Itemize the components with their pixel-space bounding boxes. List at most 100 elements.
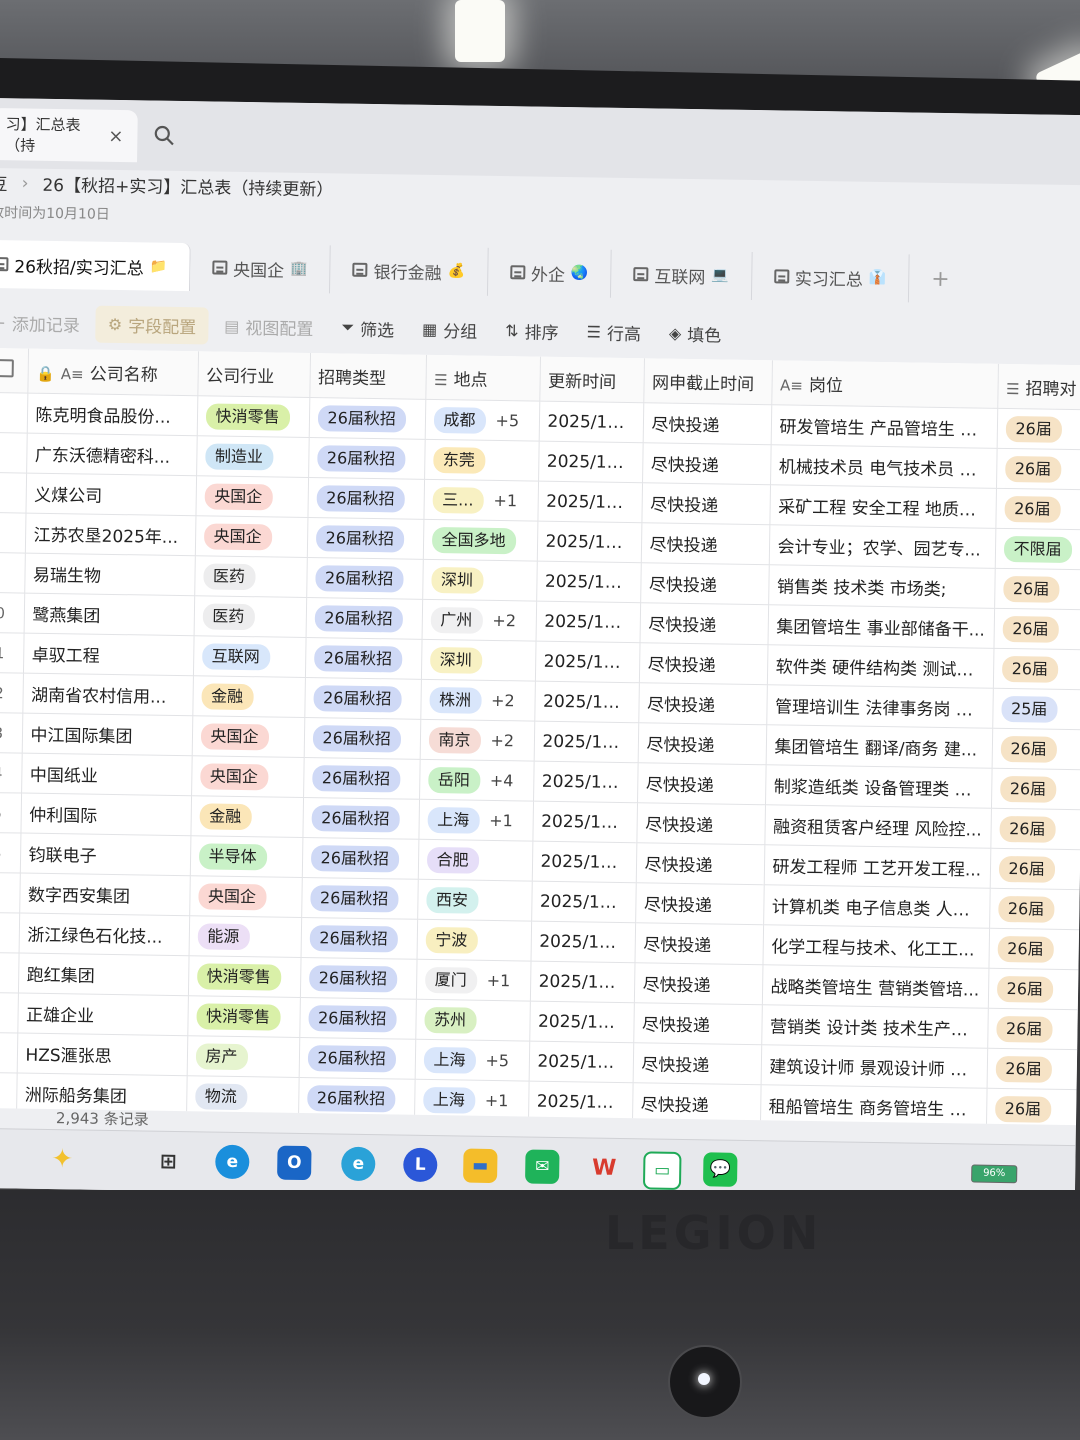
updated-cell[interactable]: 2025/10/09 (528, 1041, 634, 1083)
target-cell[interactable]: 26届 (987, 1008, 1080, 1050)
position-cell[interactable]: 租船管培生 商务管培生 技... (759, 1084, 987, 1126)
updated-cell[interactable]: 2025/10/09 (527, 1081, 633, 1123)
position-cell[interactable]: 集团管培生 翻译/商务 建... (765, 724, 993, 769)
updated-cell[interactable]: 2025/10/09 (531, 881, 636, 923)
recruit-type-cell[interactable]: 26届秋招 (300, 917, 418, 960)
industry-cell[interactable]: 快消零售 (187, 995, 300, 1038)
deadline-cell[interactable]: 尽快投递 (642, 402, 772, 445)
recruit-type-cell[interactable]: 26届秋招 (298, 1077, 415, 1120)
position-cell[interactable]: 化学工程与技术、化工工... (762, 924, 990, 969)
deadline-cell[interactable]: 尽快投递 (633, 1002, 762, 1045)
deadline-cell[interactable]: 尽快投递 (635, 882, 764, 925)
tab-summary[interactable]: 26秋招/实习汇总 📁 (0, 239, 191, 292)
company-cell[interactable]: 正雄企业 (17, 993, 188, 1036)
updated-cell[interactable]: 2025/10/09 (533, 721, 639, 763)
recruit-type-cell[interactable]: 26届秋招 (305, 597, 423, 640)
breadcrumb-root[interactable]: 豆 (0, 170, 8, 195)
position-cell[interactable]: 销售类 技术类 市场类; (768, 564, 995, 609)
location-cell[interactable]: 广州 +2 (421, 599, 537, 642)
industry-cell[interactable]: 快消零售 (196, 395, 310, 438)
edge-browser-icon[interactable]: e (215, 1144, 250, 1180)
location-cell[interactable]: 深圳 (420, 639, 536, 682)
updated-cell[interactable]: 2025/10/09 (534, 681, 639, 723)
tab-bank-finance[interactable]: 银行金融 💰 (330, 245, 489, 296)
position-cell[interactable]: 集团管培生 事业部储备干... (767, 604, 995, 649)
position-cell[interactable]: 融资租赁客户经理 风险控... (764, 804, 991, 849)
outlook-icon[interactable]: O (277, 1145, 312, 1181)
close-icon[interactable]: × (108, 125, 123, 146)
target-cell[interactable]: 26届 (991, 728, 1080, 771)
updated-cell[interactable]: 2025/10/09 (530, 921, 636, 963)
company-cell[interactable]: 中江国际集团 (21, 713, 193, 756)
company-cell[interactable]: 跑红集团 (17, 953, 189, 996)
company-cell[interactable]: 江苏农垦2025年... (24, 513, 196, 556)
column-header-company[interactable]: 🔒 A≡ 公司名称 (27, 348, 199, 396)
target-cell[interactable]: 26届 (992, 648, 1080, 691)
field-config-button[interactable]: ⚙ 字段配置 (95, 305, 209, 344)
industry-cell[interactable]: 金融 (192, 675, 305, 718)
location-cell[interactable]: 株洲 +2 (420, 679, 535, 722)
location-cell[interactable]: 东莞 (424, 439, 539, 482)
deadline-cell[interactable]: 尽快投递 (639, 602, 769, 645)
recruit-type-cell[interactable]: 26届秋招 (308, 437, 425, 480)
updated-cell[interactable]: 2025/10/09 (532, 801, 638, 843)
column-header-updated[interactable]: 更新时间 (539, 356, 644, 403)
updated-cell[interactable]: 2025/10/09 (534, 641, 640, 683)
location-cell[interactable]: 厦门 +1 (415, 959, 531, 1002)
company-cell[interactable]: 中国纸业 (21, 753, 192, 796)
location-cell[interactable]: 深圳 (422, 559, 537, 602)
location-cell[interactable]: 三... +1 (423, 479, 539, 522)
industry-cell[interactable]: 物流 (186, 1075, 299, 1118)
recruit-type-cell[interactable]: 26届秋招 (307, 477, 425, 520)
updated-cell[interactable]: 2025/10/09 (535, 601, 641, 643)
industry-cell[interactable]: 央国企 (195, 475, 309, 518)
location-cell[interactable]: 合肥 (417, 839, 533, 882)
deadline-cell[interactable]: 尽快投递 (642, 442, 771, 485)
updated-cell[interactable]: 2025/10/09 (538, 401, 644, 443)
target-cell[interactable]: 26届 (987, 968, 1080, 1010)
add-record-button[interactable]: + 添加记录 (0, 303, 92, 342)
company-cell[interactable]: 钧联电子 (19, 833, 191, 876)
position-cell[interactable]: 营销类 设计类 技术生产类... (761, 1004, 988, 1049)
add-view-button[interactable]: + (909, 266, 972, 292)
search-icon[interactable] (151, 123, 177, 149)
deadline-cell[interactable]: 尽快投递 (641, 482, 771, 525)
deadline-cell[interactable]: 尽快投递 (637, 762, 766, 805)
deadline-cell[interactable]: 尽快投递 (638, 642, 768, 685)
company-cell[interactable]: HZS滙张思 (16, 1033, 188, 1076)
column-header-deadline[interactable]: 网申截止时间 (643, 358, 772, 405)
company-cell[interactable]: 鹭燕集团 (23, 593, 195, 636)
select-all-checkbox[interactable] (0, 347, 29, 394)
target-cell[interactable]: 26届 (995, 488, 1080, 531)
recruit-type-cell[interactable]: 26届秋招 (304, 637, 422, 680)
column-header-industry[interactable]: 公司行业 (197, 351, 311, 398)
company-cell[interactable]: 义煤公司 (25, 473, 197, 516)
wechat-icon[interactable]: 💬 (702, 1152, 738, 1187)
target-cell[interactable]: 26届 (990, 768, 1080, 811)
deadline-cell[interactable]: 尽快投递 (635, 842, 765, 885)
tab-soe[interactable]: 央国企 🏢 (189, 243, 331, 294)
target-cell[interactable]: 不限届 (994, 528, 1080, 571)
column-header-position[interactable]: A≡ 岗位 (771, 360, 998, 409)
target-cell[interactable]: 26届 (986, 1048, 1080, 1090)
updated-cell[interactable]: 2025/10/09 (529, 961, 635, 1003)
updated-cell[interactable]: 2025/10/09 (533, 761, 638, 803)
store-app-icon[interactable]: ✉ (525, 1149, 560, 1185)
position-cell[interactable]: 会计专业；农学、园艺专... (768, 524, 996, 569)
industry-cell[interactable]: 房产 (186, 1035, 300, 1078)
industry-cell[interactable]: 制造业 (196, 435, 309, 478)
updated-cell[interactable]: 2025/10/09 (537, 481, 643, 523)
position-cell[interactable]: 制浆造纸类 设备管理类 能... (764, 764, 992, 809)
location-cell[interactable]: 西安 (417, 879, 532, 922)
updated-cell[interactable]: 2025/10/09 (536, 561, 641, 603)
copilot-sparkle-icon[interactable]: ✦ (45, 1142, 80, 1177)
recruit-type-cell[interactable]: 26届秋招 (299, 997, 416, 1040)
recruit-type-cell[interactable]: 26届秋招 (304, 677, 421, 720)
recruit-type-cell[interactable]: 26届秋招 (303, 717, 421, 760)
location-cell[interactable]: 南京 +2 (419, 719, 535, 762)
updated-cell[interactable]: 2025/10/09 (531, 841, 637, 883)
updated-cell[interactable]: 2025/10/09 (529, 1001, 634, 1043)
deadline-cell[interactable]: 尽快投递 (632, 1042, 762, 1085)
industry-cell[interactable]: 央国企 (194, 515, 308, 558)
deadline-cell[interactable]: 尽快投递 (633, 962, 763, 1005)
